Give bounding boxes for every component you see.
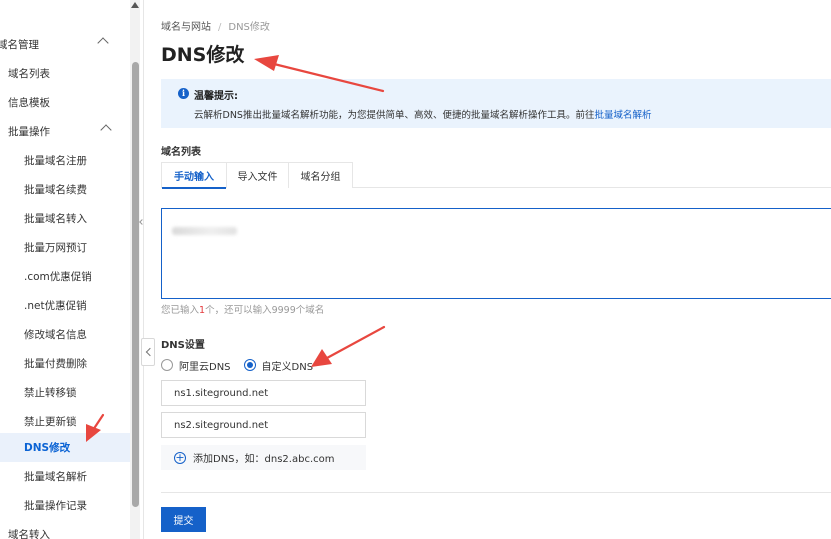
dns-server-value: ns1.siteground.net — [174, 387, 269, 399]
dns-server-input-2[interactable]: ns2.siteground.net — [161, 412, 366, 438]
domain-textarea[interactable] — [161, 208, 831, 299]
sidebar-item-batch-log[interactable]: 批量操作记录 — [0, 491, 130, 520]
batch-resolve-link[interactable]: 批量域名解析 — [594, 110, 651, 121]
breadcrumb-current: DNS修改 — [228, 22, 270, 33]
sidebar-item-label: .com优惠促销 — [24, 271, 92, 283]
form-divider — [161, 492, 831, 493]
notice-title: 温馨提示: — [194, 91, 238, 102]
redacted-domain-text — [172, 227, 237, 235]
domain-list-label: 域名列表 — [161, 147, 201, 158]
sidebar-item-label: DNS修改 — [24, 442, 71, 454]
sidebar-item-label: 批量付费删除 — [24, 358, 87, 370]
sidebar-item-com-promo[interactable]: .com优惠促销 — [0, 262, 130, 291]
sidebar-scrollbar-thumb[interactable] — [132, 62, 139, 507]
sidebar-item-label: 批量域名注册 — [24, 155, 87, 167]
notice-body: 云解析DNS推出批量域名解析功能，为您提供简单、高效、便捷的批量域名解析操作工具… — [194, 110, 595, 121]
notice-banner: i 温馨提示: 云解析DNS推出批量域名解析功能，为您提供简单、高效、便捷的批量… — [161, 79, 831, 128]
sidebar-item-label: 批量操作记录 — [24, 500, 87, 512]
plus-circle-icon: + — [174, 450, 186, 464]
sidebar-item-batch-renew[interactable]: 批量域名续费 — [0, 175, 130, 204]
collapse-sidebar-button[interactable] — [141, 338, 155, 366]
hint-suffix: 个，还可以输入9999个域名 — [205, 305, 325, 316]
sidebar-group-batch-ops[interactable]: 批量操作 — [0, 117, 130, 146]
breadcrumb: 域名与网站 / DNS修改 — [161, 18, 270, 33]
sidebar-item-label: 域名管理 — [0, 39, 39, 51]
sidebar-item-label: 禁止更新锁 — [24, 416, 77, 428]
sidebar-item-domain-transfer-in[interactable]: 域名转入 — [0, 520, 130, 539]
sidebar-item-label: 信息模板 — [8, 97, 50, 109]
sidebar-item-label: 批量域名解析 — [24, 471, 87, 483]
sidebar-item-batch-resolve[interactable]: 批量域名解析 — [0, 462, 130, 491]
tab-domain-group[interactable]: 域名分组 — [288, 162, 353, 188]
tab-import-file[interactable]: 导入文件 — [226, 162, 289, 188]
sidebar-item-transfer-lock[interactable]: 禁止转移锁 — [0, 378, 130, 407]
sidebar-item-label: 域名列表 — [8, 68, 50, 80]
sidebar-divider — [143, 0, 144, 539]
dns-type-radio-group: 阿里云DNS 自定义DNS — [161, 357, 326, 373]
sidebar-item-update-lock[interactable]: 禁止更新锁 — [0, 407, 130, 436]
breadcrumb-separator: / — [218, 22, 222, 33]
sidebar-item-label: 禁止转移锁 — [24, 387, 77, 399]
sidebar-item-info-template[interactable]: 信息模板 — [0, 88, 130, 117]
dns-settings-label: DNS设置 — [161, 340, 205, 351]
radio-custom-dns[interactable]: 自定义DNS — [243, 358, 314, 373]
info-icon: i — [178, 88, 189, 99]
sidebar-group-domain-management[interactable]: 域名管理 — [0, 30, 127, 59]
sidebar-item-domain-list[interactable]: 域名列表 — [0, 59, 130, 88]
sidebar: 域名管理 域名列表 信息模板 批量操作 批量域名注册 批量域名续费 批量域名转入… — [0, 0, 130, 539]
radio-circle — [161, 359, 173, 371]
radio-circle-checked — [243, 359, 256, 371]
sidebar-item-batch-register[interactable]: 批量域名注册 — [0, 146, 130, 175]
submit-button[interactable]: 提交 — [161, 507, 206, 532]
chevron-up-icon — [97, 37, 109, 49]
sidebar-item-label: 批量域名转入 — [24, 213, 87, 225]
breadcrumb-parent-link[interactable]: 域名与网站 — [161, 22, 211, 33]
add-dns-label: 添加DNS，如：dns2.abc.com — [193, 454, 335, 465]
sidebar-item-label: 域名转入 — [8, 529, 50, 539]
sidebar-item-label: .net优惠促销 — [24, 300, 87, 312]
page-title: DNS修改 — [161, 44, 245, 66]
sidebar-item-batch-paid-delete[interactable]: 批量付费删除 — [0, 349, 130, 378]
sidebar-item-batch-transfer-in[interactable]: 批量域名转入 — [0, 204, 130, 233]
dns-server-input-1[interactable]: ns1.siteground.net — [161, 380, 366, 406]
sidebar-item-net-promo[interactable]: .net优惠促销 — [0, 291, 130, 320]
notice-text: 云解析DNS推出批量域名解析功能，为您提供简单、高效、便捷的批量域名解析操作工具… — [194, 107, 651, 121]
sidebar-item-label: 批量域名续费 — [24, 184, 87, 196]
sidebar-item-label: 批量万网预订 — [24, 242, 87, 254]
input-mode-tabs: 手动输入 导入文件 域名分组 — [161, 162, 831, 189]
hint-prefix: 您已输入 — [161, 305, 200, 316]
scroll-up-arrow-icon[interactable] — [131, 2, 139, 8]
domain-count-hint: 您已输入1个，还可以输入9999个域名 — [161, 302, 324, 316]
tab-manual-input[interactable]: 手动输入 — [161, 162, 227, 189]
sidebar-item-dns-modify[interactable]: DNS修改 — [0, 433, 130, 462]
sidebar-item-modify-info[interactable]: 修改域名信息 — [0, 320, 130, 349]
add-dns-button[interactable]: + 添加DNS，如：dns2.abc.com — [161, 445, 366, 470]
radio-label: 阿里云DNS — [179, 361, 231, 373]
radio-label: 自定义DNS — [261, 361, 314, 373]
sidebar-item-label: 修改域名信息 — [24, 329, 87, 341]
dns-server-value: ns2.siteground.net — [174, 419, 269, 431]
chevron-up-icon — [100, 124, 112, 136]
sidebar-item-label: 批量操作 — [8, 126, 50, 138]
sidebar-item-batch-reserve[interactable]: 批量万网预订 — [0, 233, 130, 262]
radio-aliyun-dns[interactable]: 阿里云DNS — [161, 358, 231, 373]
